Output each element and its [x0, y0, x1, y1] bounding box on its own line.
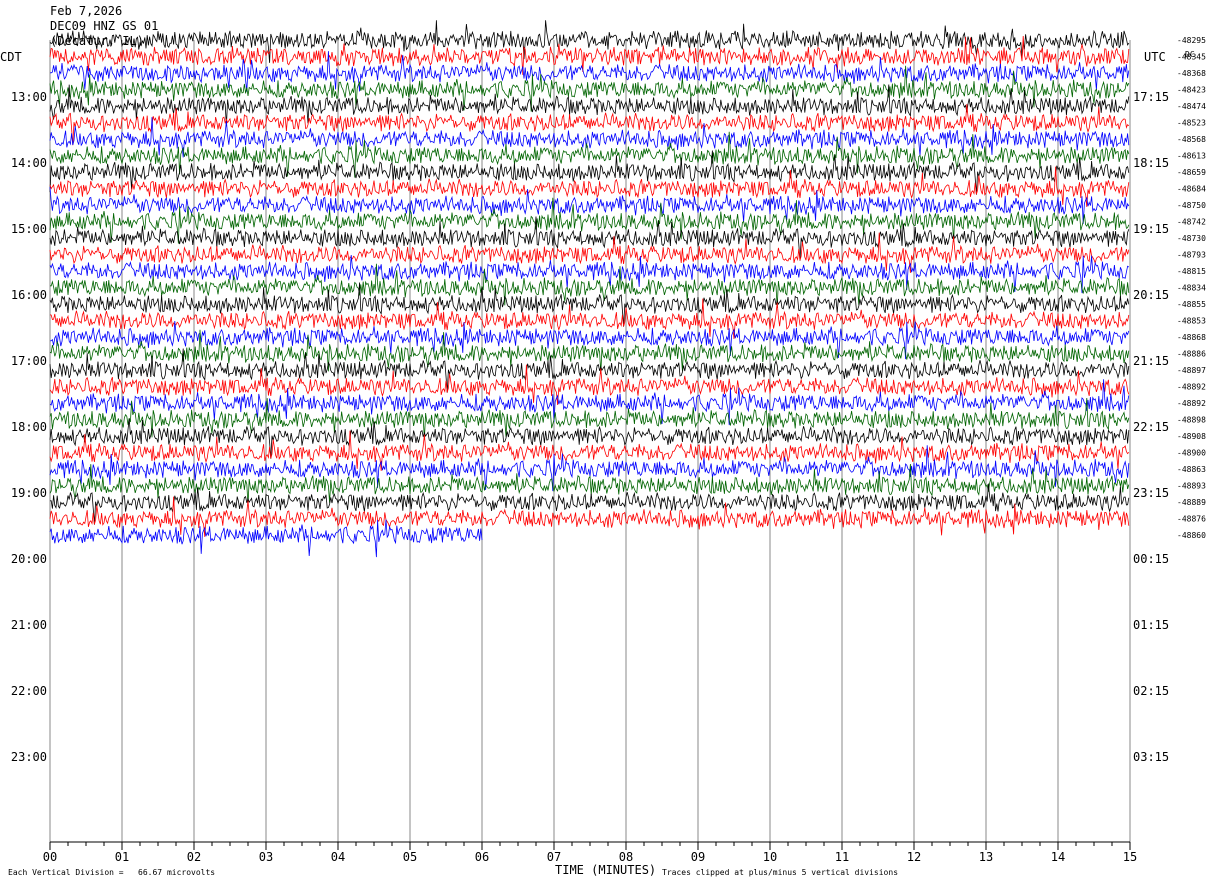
- x-tick-label: 14: [1051, 850, 1065, 864]
- dc-offset-label: -48474: [1177, 102, 1206, 111]
- x-axis-label: TIME (MINUTES): [555, 863, 657, 877]
- x-tick-label: 12: [907, 850, 921, 864]
- x-tick-label: 08: [619, 850, 633, 864]
- dc-offset-label: -48893: [1177, 482, 1206, 491]
- cdt-hour-label: 14:00: [11, 156, 47, 170]
- trace-30: [49, 496, 1130, 537]
- station-code: DEC09 HNZ GS 01: [50, 19, 159, 33]
- cdt-hour-label: 18:00: [11, 420, 47, 434]
- trace-1: [49, 20, 1130, 63]
- cdt-hour-label: 21:00: [11, 618, 47, 632]
- right-axis-label: UTC: [1144, 50, 1166, 64]
- dc-offset-label: -48868: [1177, 333, 1206, 342]
- dc-offset-label: -48860: [1177, 531, 1206, 540]
- dc-offset-label: -48853: [1177, 317, 1206, 326]
- dc-offset-label: -48855: [1177, 300, 1206, 309]
- utc-hour-label: 01:15: [1133, 618, 1169, 632]
- x-tick-label: 11: [835, 850, 849, 864]
- dc-offset-label: -48815: [1177, 267, 1206, 276]
- dc-offset-labels: -48295-48345-48368-48423-48474-48523-485…: [1177, 36, 1206, 540]
- cdt-hour-label: 22:00: [11, 684, 47, 698]
- dc-offset-label: -48900: [1177, 449, 1206, 458]
- dc-offset-label: -48889: [1177, 498, 1206, 507]
- cdt-hour-label: 17:00: [11, 354, 47, 368]
- x-tick-label: 01: [115, 850, 129, 864]
- seismogram-plot: 00 01 02 03 04 05 06 07 08 09 10 11 12 13 14 15 13:00 17…: [11, 20, 1206, 864]
- x-tick-label: 09: [691, 850, 705, 864]
- dc-offset-label: -48659: [1177, 168, 1206, 177]
- utc-hour-label: 21:15: [1133, 354, 1169, 368]
- dc-label: DC: [1185, 50, 1195, 59]
- dc-offset-label: -48793: [1177, 251, 1206, 260]
- x-tick-label: 02: [187, 850, 201, 864]
- cdt-hour-label: 16:00: [11, 288, 47, 302]
- dc-offset-label: -48568: [1177, 135, 1206, 144]
- cdt-hour-label: 15:00: [11, 222, 47, 236]
- x-tick-label: 00: [43, 850, 57, 864]
- dc-offset-label: -48730: [1177, 234, 1206, 243]
- x-tick-label: 07: [547, 850, 561, 864]
- dc-offset-label: -48876: [1177, 515, 1206, 524]
- dc-offset-label: -48897: [1177, 366, 1206, 375]
- x-tick-label: 15: [1123, 850, 1137, 864]
- cdt-hour-label: 23:00: [11, 750, 47, 764]
- utc-hour-label: 03:15: [1133, 750, 1169, 764]
- utc-hour-label: 22:15: [1133, 420, 1169, 434]
- utc-hour-label: 00:15: [1133, 552, 1169, 566]
- dc-offset-label: -48898: [1177, 416, 1206, 425]
- x-tick-label: 13: [979, 850, 993, 864]
- dc-offset-label: -48863: [1177, 465, 1206, 474]
- dc-offset-label: -48886: [1177, 350, 1206, 359]
- x-tick-label: 06: [475, 850, 489, 864]
- x-tick-label: 04: [331, 850, 345, 864]
- dc-offset-label: -48742: [1177, 218, 1206, 227]
- cdt-hour-label: 13:00: [11, 90, 47, 104]
- cdt-hour-label: 19:00: [11, 486, 47, 500]
- traces: [49, 20, 1130, 558]
- utc-hour-label: 02:15: [1133, 684, 1169, 698]
- dc-offset-label: -48613: [1177, 152, 1206, 161]
- x-tick-label: 10: [763, 850, 777, 864]
- minute-grid: [49, 40, 1131, 842]
- clip-note: Traces clipped at plus/minus 5 vertical …: [662, 868, 899, 877]
- x-tick-label: 03: [259, 850, 273, 864]
- x-tick-label: 05: [403, 850, 417, 864]
- cdt-hour-label: 20:00: [11, 552, 47, 566]
- utc-hour-label: 17:15: [1133, 90, 1169, 104]
- dc-offset-label: -48834: [1177, 284, 1206, 293]
- utc-hour-label: 23:15: [1133, 486, 1169, 500]
- dc-offset-label: -48423: [1177, 86, 1206, 95]
- scale-note: Each Vertical Division = 66.67 microvolt…: [8, 868, 216, 877]
- trace-16: [49, 263, 1130, 308]
- utc-hour-label: 20:15: [1133, 288, 1169, 302]
- dc-offset-label: -48523: [1177, 119, 1206, 128]
- left-axis-label: CDT: [0, 50, 22, 64]
- station-location: (Decatur, IL): [50, 34, 144, 48]
- dc-offset-label: -48908: [1177, 432, 1206, 441]
- trace-8: [49, 131, 1130, 178]
- dc-offset-label: -48892: [1177, 383, 1206, 392]
- dc-offset-label: -48750: [1177, 201, 1206, 210]
- trace-25: [49, 418, 1130, 459]
- dc-offset-label: -48892: [1177, 399, 1206, 408]
- utc-hour-label: 18:15: [1133, 156, 1169, 170]
- dc-offset-label: -48295: [1177, 36, 1206, 45]
- dc-offset-label: -48684: [1177, 185, 1206, 194]
- dc-offset-label: -48368: [1177, 69, 1206, 78]
- time-axis: 00 01 02 03 04 05 06 07 08 09 10 11 12 13 14 15: [43, 841, 1137, 864]
- plot-date: Feb 7,2026: [50, 4, 123, 18]
- utc-hour-label: 19:15: [1133, 222, 1169, 236]
